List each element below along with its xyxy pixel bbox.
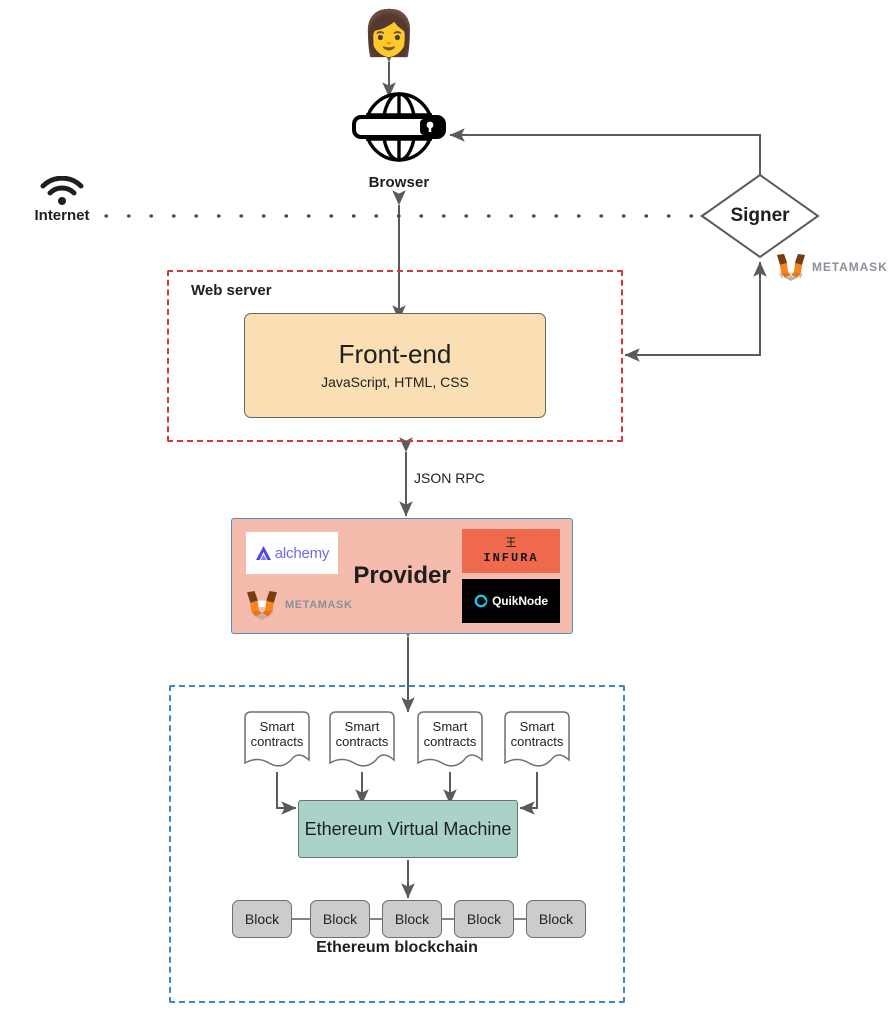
infura-wordmark: INFURA (483, 551, 539, 565)
infura-mark-icon: 王 (505, 536, 517, 549)
quiknode-wordmark: QuikNode (492, 594, 548, 608)
edge-frontend-signer (625, 261, 767, 356)
edge-signer-frontend (624, 262, 761, 362)
smart-contract-label: Smart contracts (335, 719, 389, 750)
block-label: Block (538, 911, 574, 927)
json-rpc-label: JSON RPC (414, 470, 485, 486)
signer-wallet-badge: METAMASK (775, 252, 888, 282)
smart-contract-node: Smart contracts (414, 710, 486, 772)
wifi-icon (40, 176, 84, 205)
smart-contract-label: Smart contracts (250, 719, 304, 750)
block-node: Block (526, 900, 586, 938)
internet-node: Internet (7, 176, 117, 224)
frontend-title: Front-end (338, 338, 452, 369)
browser-node: Browser (344, 88, 454, 191)
alchemy-mark-icon (255, 545, 271, 560)
alchemy-wordmark: alchemy (274, 544, 330, 562)
browser-label: Browser (368, 174, 430, 191)
internet-label: Internet (34, 207, 90, 224)
provider-card: alchemy 王 INFURA METAMASK QuikNode Provi… (231, 518, 573, 634)
frontend-subtitle: JavaScript, HTML, CSS (321, 374, 469, 391)
block-label: Block (322, 911, 358, 927)
signer-label: Signer (730, 205, 790, 226)
browser-globe-icon (352, 92, 446, 162)
smart-contract-node: Smart contracts (326, 710, 398, 772)
web-server-label: Web server (191, 282, 272, 299)
block-label: Block (466, 911, 502, 927)
blockchain-label: Ethereum blockchain (316, 939, 478, 956)
diagram-canvas: 👩 Browser Internet Signer METAMASK Web s… (0, 0, 895, 1024)
provider-metamask-wordmark: METAMASK (285, 599, 353, 611)
block-node: Block (310, 900, 370, 938)
provider-metamask-logo: METAMASK (244, 589, 353, 621)
block-label: Block (244, 911, 280, 927)
evm-label: Ethereum Virtual Machine (304, 818, 512, 839)
quiknode-mark-icon (474, 594, 488, 608)
smart-contract-label: Smart contracts (510, 719, 564, 750)
infura-logo: 王 INFURA (462, 529, 560, 573)
smart-contract-node: Smart contracts (241, 710, 313, 772)
smart-contract-label: Smart contracts (423, 719, 477, 750)
frontend-card: Front-end JavaScript, HTML, CSS (244, 313, 546, 418)
edge-signer-browser (449, 128, 761, 175)
block-node: Block (382, 900, 442, 938)
signer-node[interactable]: Signer (700, 173, 820, 259)
metamask-fox-icon (777, 254, 805, 281)
block-label: Block (394, 911, 430, 927)
user-avatar: 👩 (361, 9, 417, 58)
block-node: Block (232, 900, 292, 938)
metamask-fox-icon (247, 591, 277, 620)
smart-contract-node: Smart contracts (501, 710, 573, 772)
alchemy-logo: alchemy (246, 532, 338, 574)
signer-wallet-name: METAMASK (812, 260, 888, 274)
evm-card: Ethereum Virtual Machine (298, 800, 518, 858)
block-node: Block (454, 900, 514, 938)
quiknode-logo: QuikNode (462, 579, 560, 623)
